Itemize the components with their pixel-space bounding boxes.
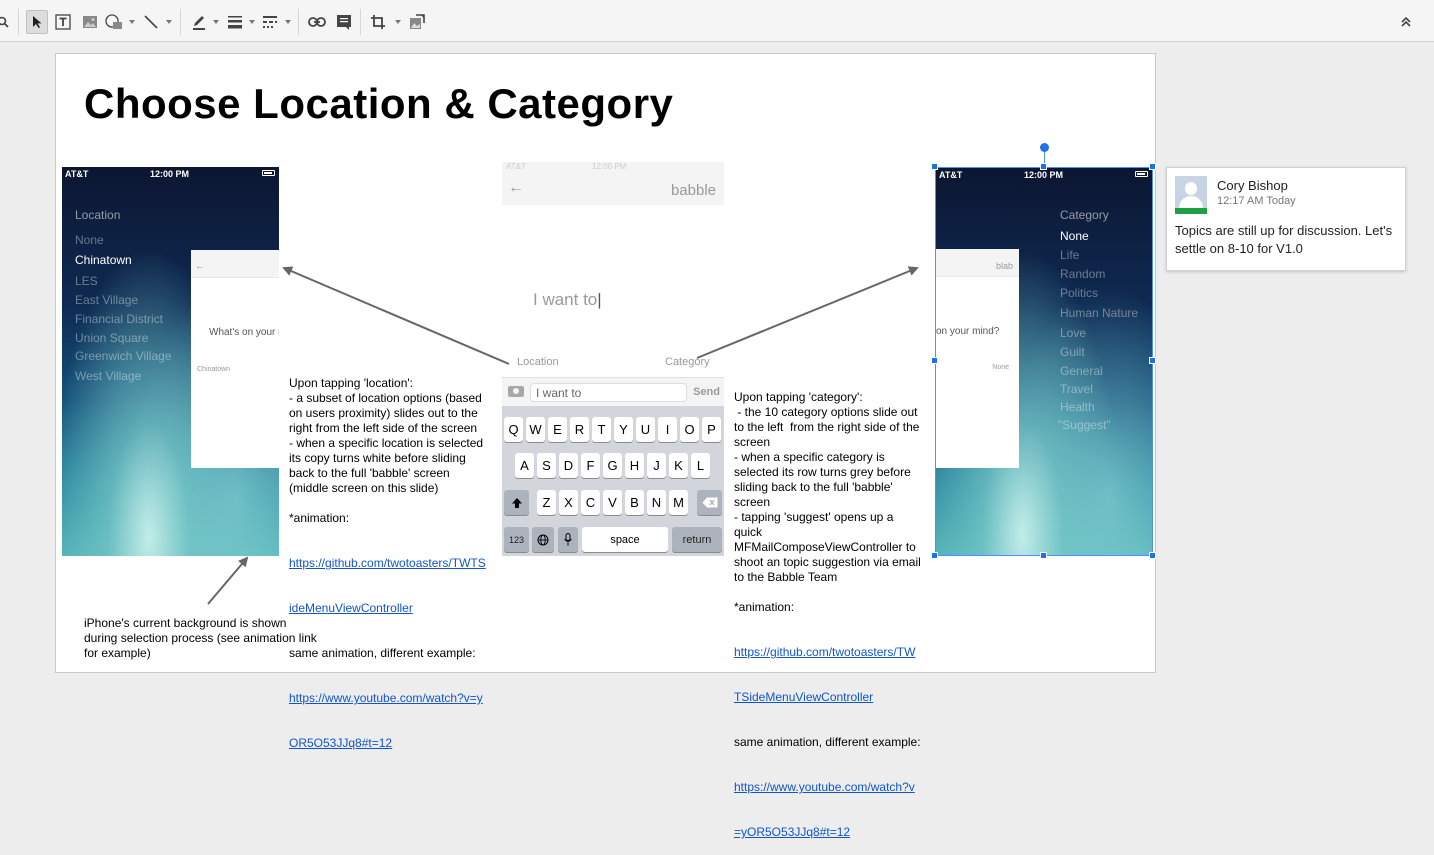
location-youtube-link-line2[interactable]: OR5O53JJq8#t=12 <box>289 736 486 751</box>
avatar <box>1175 176 1207 214</box>
location-note[interactable]: Upon tapping 'location': - a subset of l… <box>289 346 486 766</box>
category-github-link-line2[interactable]: TSideMenuViewController <box>734 690 921 705</box>
comment-text: Topics are still up for discussion. Let'… <box>1175 223 1393 256</box>
resize-handle-bottom-right[interactable] <box>1149 552 1156 559</box>
resize-handle-left[interactable] <box>931 357 938 364</box>
annotation-arrows <box>207 266 919 605</box>
rotate-handle[interactable] <box>1040 143 1049 152</box>
category-youtube-link-line2[interactable]: =yOR5O53JJq8#t=12 <box>734 825 921 840</box>
background-note[interactable]: iPhone's current background is shown dur… <box>84 616 317 661</box>
location-youtube-link-line1[interactable]: https://www.youtube.com/watch?v=y <box>289 691 486 706</box>
location-github-link-line2[interactable]: ideMenuViewController <box>289 601 486 616</box>
category-arrow <box>696 266 919 359</box>
resize-handle-top[interactable] <box>1040 163 1047 170</box>
resize-handle-bottom[interactable] <box>1040 552 1047 559</box>
selection-box <box>935 167 1153 556</box>
comment-author: Cory Bishop <box>1217 178 1288 193</box>
category-youtube-link-line1[interactable]: https://www.youtube.com/watch?v <box>734 780 921 795</box>
category-github-link-line1[interactable]: https://github.com/twotoasters/TW <box>734 645 921 660</box>
category-note-text: Upon tapping 'category': - the 10 catego… <box>734 390 921 614</box>
resize-handle-right[interactable] <box>1149 357 1156 364</box>
resize-handle-top-right[interactable] <box>1149 163 1156 170</box>
comment-timestamp: 12:17 AM Today <box>1217 195 1296 207</box>
location-github-link-line1[interactable]: https://github.com/twotoasters/TWTS <box>289 556 486 571</box>
background-arrow <box>207 556 249 605</box>
category-note[interactable]: Upon tapping 'category': - the 10 catego… <box>734 360 921 855</box>
location-note-text: Upon tapping 'location': - a subset of l… <box>289 376 484 525</box>
resize-handle-bottom-left[interactable] <box>931 552 938 559</box>
comment-card[interactable]: Cory Bishop 12:17 AM Today Topics are st… <box>1166 167 1406 271</box>
location-note-mid-text: same animation, different example: <box>289 646 476 660</box>
category-note-mid-text: same animation, different example: <box>734 735 921 749</box>
presence-indicator <box>1175 208 1207 214</box>
resize-handle-top-left[interactable] <box>931 163 938 170</box>
